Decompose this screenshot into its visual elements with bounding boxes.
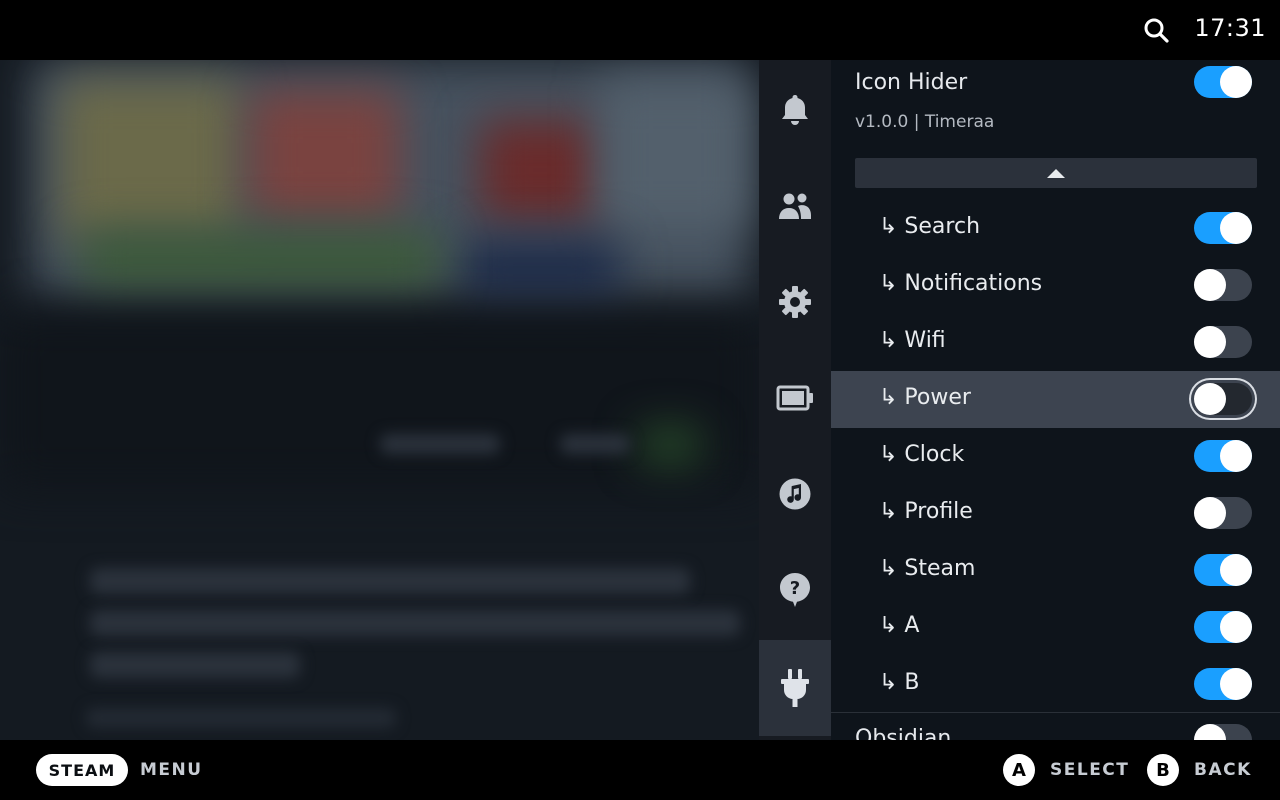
option-label: ↳ Search: [879, 214, 981, 239]
top-status-bar: 17:31: [0, 0, 1280, 60]
chevron-up-icon: [1047, 168, 1065, 178]
option-label: ↳ B: [879, 670, 920, 695]
gear-icon: [779, 286, 811, 318]
friends-icon: [779, 193, 811, 219]
toggle-knob: [1220, 554, 1252, 586]
profile-toggle[interactable]: [1194, 497, 1252, 529]
wifi-toggle[interactable]: [1194, 326, 1252, 358]
clock: 17:31: [1194, 14, 1266, 42]
steam-toggle[interactable]: [1194, 554, 1252, 586]
a-toggle[interactable]: [1194, 611, 1252, 643]
battery-icon: [776, 385, 813, 411]
help-icon: ?: [780, 573, 810, 607]
select-hint-label: SELECT: [1050, 760, 1130, 780]
toggle-knob: [1220, 66, 1252, 98]
search-icon[interactable]: [1143, 17, 1169, 43]
a-button-icon[interactable]: A: [1003, 754, 1035, 786]
next-plugin-title: Obsidian: [855, 726, 952, 740]
obsidian-toggle[interactable]: [1194, 724, 1252, 740]
toggle-knob: [1194, 497, 1226, 529]
bell-icon: [782, 95, 808, 125]
option-row-profile[interactable]: ↳ Profile: [831, 485, 1280, 542]
power-toggle[interactable]: [1194, 383, 1252, 415]
back-hint-label: BACK: [1194, 760, 1252, 780]
collapse-button[interactable]: [855, 158, 1257, 188]
option-row-a[interactable]: ↳ A: [831, 599, 1280, 656]
toggle-knob: [1194, 724, 1226, 740]
search-toggle[interactable]: [1194, 212, 1252, 244]
plug-icon: [781, 669, 809, 707]
option-row-steam[interactable]: ↳ Steam: [831, 542, 1280, 599]
toggle-knob: [1220, 668, 1252, 700]
option-label: ↳ Steam: [879, 556, 976, 581]
option-label: ↳ Notifications: [879, 271, 1043, 296]
plugin-panel: Icon Hider v1.0.0 | Timeraa ↳ Search ↳ N…: [831, 60, 1280, 740]
menu-hint-label: MENU: [140, 760, 203, 780]
nav-music[interactable]: [759, 446, 831, 542]
clock-toggle[interactable]: [1194, 440, 1252, 472]
option-row-b[interactable]: ↳ B: [831, 656, 1280, 713]
blurred-background: [0, 60, 760, 740]
plugin-version: v1.0.0 | Timeraa: [855, 112, 995, 132]
b-button-icon[interactable]: B: [1147, 754, 1179, 786]
divider: [831, 712, 1280, 713]
toggle-knob: [1220, 440, 1252, 472]
option-label: ↳ Clock: [879, 442, 965, 467]
music-icon: [779, 478, 811, 510]
nav-friends[interactable]: [759, 158, 831, 254]
toggle-knob: [1194, 269, 1226, 301]
option-row-search[interactable]: ↳ Search: [831, 200, 1280, 257]
svg-text:?: ?: [790, 578, 800, 599]
toggle-knob: [1220, 611, 1252, 643]
option-row-power[interactable]: ↳ Power: [831, 371, 1280, 428]
nav-notifications[interactable]: [759, 62, 831, 158]
toggle-knob: [1220, 212, 1252, 244]
nav-help[interactable]: ?: [759, 542, 831, 638]
plugin-enable-toggle[interactable]: [1194, 66, 1252, 98]
nav-settings[interactable]: [759, 254, 831, 350]
option-label: ↳ Profile: [879, 499, 973, 524]
bottom-hint-bar: STEAM MENU A SELECT B BACK: [0, 740, 1280, 800]
option-row-wifi[interactable]: ↳ Wifi: [831, 314, 1280, 371]
option-row-clock[interactable]: ↳ Clock: [831, 428, 1280, 485]
nav-performance[interactable]: [759, 350, 831, 446]
option-label: ↳ Wifi: [879, 328, 946, 353]
option-label: ↳ A: [879, 613, 920, 638]
option-label: ↳ Power: [879, 385, 971, 410]
nav-plugins[interactable]: [759, 640, 831, 736]
quick-access-nav: ?: [759, 60, 831, 740]
steam-button[interactable]: STEAM: [36, 754, 128, 786]
toggle-knob: [1194, 326, 1226, 358]
b-toggle[interactable]: [1194, 668, 1252, 700]
notifications-toggle[interactable]: [1194, 269, 1252, 301]
plugin-title: Icon Hider: [855, 70, 968, 95]
toggle-knob: [1194, 383, 1226, 415]
option-row-notifications[interactable]: ↳ Notifications: [831, 257, 1280, 314]
